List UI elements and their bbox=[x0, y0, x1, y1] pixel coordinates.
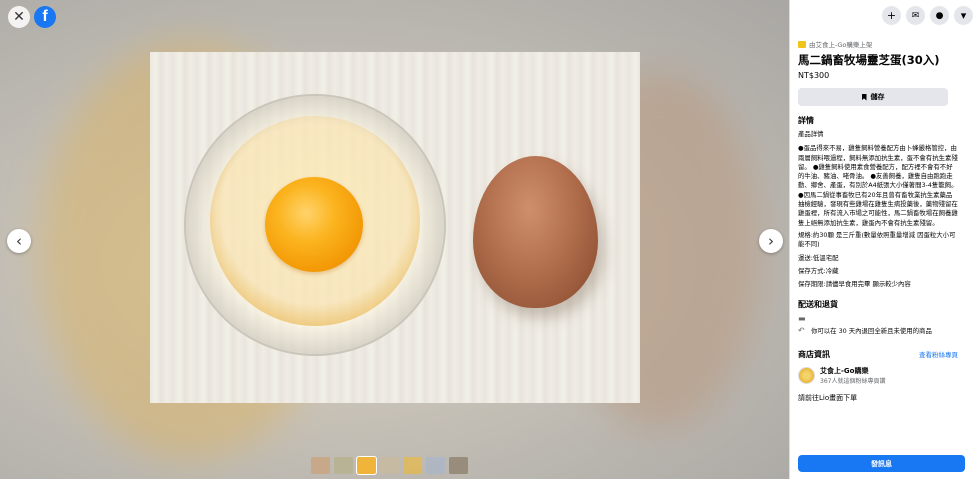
return-note: 你可以在 30 天內退回全新且未使用的商品 bbox=[811, 327, 932, 336]
details-heading: 詳情 bbox=[798, 116, 814, 125]
thumbnail[interactable] bbox=[449, 457, 468, 474]
facebook-icon: f bbox=[42, 8, 48, 25]
shop-card[interactable]: 艾食上-Go購樂 367人就這個粉絲專頁讚 bbox=[798, 366, 958, 385]
chevron-down-icon: ▾ bbox=[960, 9, 967, 22]
listing-sidebar: + ✉ ● ▾ 由艾食上-Go購樂上架 馬二鍋畜牧場靈芝蛋(30入) NT$30… bbox=[789, 0, 980, 479]
listing-details: 由艾食上-Go購樂上架 馬二鍋畜牧場靈芝蛋(30入) NT$300 儲存 詳情 … bbox=[798, 39, 958, 403]
account-menu-button[interactable]: ▾ bbox=[954, 6, 973, 25]
messenger-icon: ✉ bbox=[911, 10, 920, 21]
header-actions: + ✉ ● ▾ bbox=[790, 0, 980, 31]
thumbnail[interactable] bbox=[380, 457, 399, 474]
breadcrumb-text: 由艾食上-Go購樂上架 bbox=[809, 41, 873, 49]
chevron-right-icon: › bbox=[768, 232, 774, 250]
close-button[interactable]: ✕ bbox=[8, 6, 30, 28]
notifications-button[interactable]: ● bbox=[930, 6, 949, 25]
shipping-row: ▬ bbox=[798, 314, 958, 324]
photo-viewer: ✕ f ‹ › bbox=[0, 0, 789, 479]
previous-image-button[interactable]: ‹ bbox=[7, 229, 31, 253]
details-label: 產品詳情 bbox=[798, 130, 824, 138]
egg-yolk-image bbox=[265, 177, 363, 272]
breadcrumb[interactable]: 由艾食上-Go購樂上架 bbox=[798, 39, 958, 49]
shop-name: 艾食上-Go購樂 bbox=[820, 366, 869, 375]
thumbnail[interactable] bbox=[403, 457, 422, 474]
partial-text: 請前往Lio畫面下單 bbox=[798, 393, 858, 402]
save-button-label: 儲存 bbox=[870, 93, 885, 101]
shop-heading: 商店資訊 bbox=[798, 349, 830, 359]
thumbnail[interactable] bbox=[356, 456, 377, 475]
listing-price: NT$300 bbox=[798, 71, 830, 80]
storage-method: 保存方式:冷藏 bbox=[798, 266, 839, 275]
shop-bag-icon bbox=[798, 40, 806, 48]
brown-egg-image bbox=[473, 156, 598, 308]
facebook-home-button[interactable]: f bbox=[34, 6, 56, 28]
messenger-button[interactable]: ✉ bbox=[906, 6, 925, 25]
chevron-left-icon: ‹ bbox=[16, 232, 22, 250]
product-spec: 規格:約30顆 是三斤重(數量依照重量增減 因蛋粒大小可能不同) bbox=[798, 230, 956, 249]
shelf-life[interactable]: 保存期限:請儘早食用完畢 顯示較少內容 bbox=[798, 280, 958, 289]
product-photo bbox=[150, 52, 640, 403]
bookmark-icon bbox=[861, 93, 867, 101]
listing-title: 馬二鍋畜牧場靈芝蛋(30入) bbox=[798, 53, 940, 67]
save-button[interactable]: 儲存 bbox=[798, 88, 948, 106]
delivery-heading: 配送和退貨 bbox=[798, 300, 838, 310]
view-page-link[interactable]: 查看粉絲專頁 bbox=[919, 349, 958, 359]
thumbnail-strip bbox=[311, 456, 468, 475]
return-icon: ↶ bbox=[798, 326, 805, 336]
shop-avatar bbox=[798, 366, 815, 384]
next-image-button[interactable]: › bbox=[759, 229, 783, 253]
shop-followers: 367人就這個粉絲專頁讚 bbox=[820, 377, 886, 385]
product-description: ●蛋品得來不易，雞隻飼料營養配方由卜蜂嚴格管控，由兩層飼料喂過程，飼料無添加抗生… bbox=[798, 144, 958, 227]
close-icon: ✕ bbox=[13, 9, 25, 25]
create-button[interactable]: + bbox=[882, 6, 901, 25]
thumbnail[interactable] bbox=[426, 457, 445, 474]
return-row: ↶ 你可以在 30 天內退回全新且未使用的商品 bbox=[798, 327, 958, 336]
bell-icon: ● bbox=[935, 10, 944, 21]
thumbnail[interactable] bbox=[334, 457, 353, 474]
message-button[interactable]: 發訊息 bbox=[798, 455, 965, 472]
thumbnail[interactable] bbox=[311, 457, 330, 474]
plus-icon: + bbox=[886, 9, 897, 22]
shop-header: 商店資訊 查看粉絲專頁 bbox=[798, 349, 958, 360]
truck-icon: ▬ bbox=[798, 314, 806, 324]
shipping-method: 運送:低溫宅配 bbox=[798, 253, 839, 262]
